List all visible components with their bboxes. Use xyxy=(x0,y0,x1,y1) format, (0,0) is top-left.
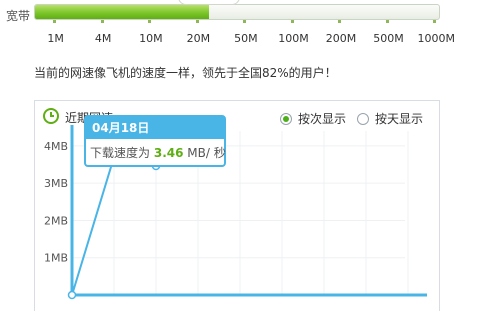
scale-label: 500M xyxy=(373,32,404,45)
scale-tick xyxy=(53,20,56,23)
scale-label: 10M xyxy=(139,32,163,45)
y-tick-label: 4MB xyxy=(44,140,68,153)
y-tick-label: 3MB xyxy=(44,177,68,190)
scale-label: 4M xyxy=(94,32,112,45)
scale-tick xyxy=(100,20,104,23)
scale-label: 1M xyxy=(47,32,64,45)
bandwidth-ticks xyxy=(34,20,438,28)
scale-tick xyxy=(433,20,436,23)
bandwidth-fill xyxy=(35,5,209,19)
tooltip-body: 下载速度为 3.46 MB/ 秒 xyxy=(86,139,226,161)
tooltip-date: 04月18日 xyxy=(86,117,224,139)
scale-label: 200M xyxy=(325,32,357,45)
data-point xyxy=(67,290,77,300)
scale-label: 50M xyxy=(234,32,258,45)
bandwidth-progress-bar xyxy=(34,4,440,20)
tooltip-label: 下载速度为 xyxy=(90,146,151,160)
bandwidth-marker xyxy=(178,0,240,5)
tooltip-unit: MB/ 秒 xyxy=(187,146,226,160)
scale-label: 100M xyxy=(278,32,309,45)
scale-tick xyxy=(338,20,341,23)
y-tick-label: 2MB xyxy=(44,214,68,227)
scale-tick xyxy=(148,20,151,23)
scale-tick xyxy=(195,20,199,23)
speed-message: 当前的网速像飞机的速度一样，领先于全国82%的用户！ xyxy=(34,66,337,80)
scale-tick xyxy=(385,20,389,23)
bandwidth-scale: 1M 4M 10M 20M 50M 100M 200M 500M 1000M xyxy=(0,32,480,46)
scale-label: 1000M xyxy=(417,32,456,45)
scale-label: 20M xyxy=(186,32,211,45)
tooltip-value: 3.46 xyxy=(153,146,184,160)
y-tick-label: 1MB xyxy=(44,252,68,265)
scale-tick xyxy=(290,20,294,23)
scale-tick xyxy=(243,20,246,23)
speed-tooltip: 04月18日 下载速度为 3.46 MB/ 秒 xyxy=(84,115,226,167)
bandwidth-label: 宽带 xyxy=(6,9,31,23)
